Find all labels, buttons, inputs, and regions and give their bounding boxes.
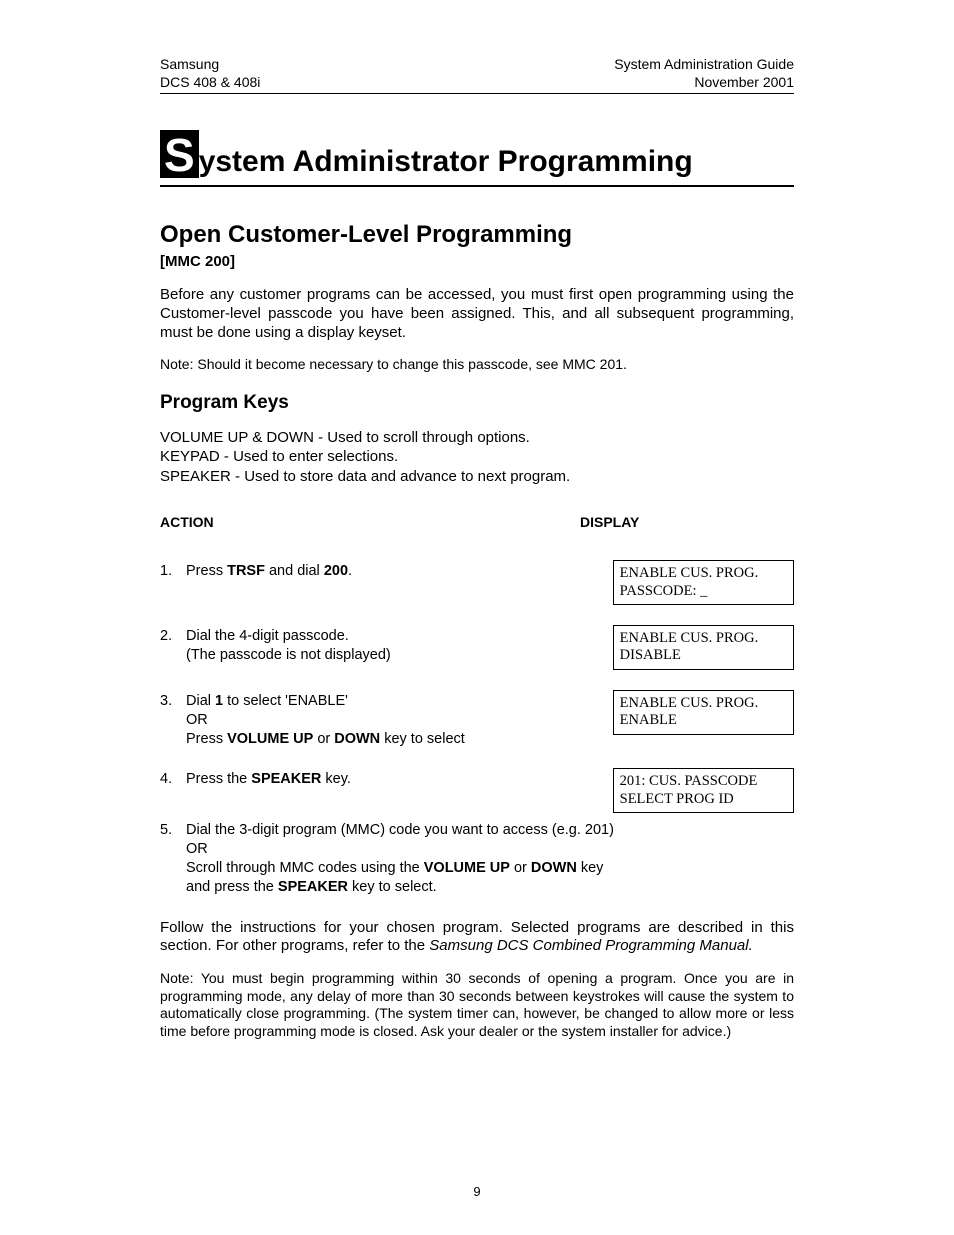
step-row: 2.Dial the 4-digit passcode.(The passcod…: [160, 627, 794, 670]
step-action: 5.Dial the 3-digit program (MMC) code yo…: [160, 821, 635, 896]
subsection-heading: Program Keys: [160, 392, 794, 414]
col-action: ACTION: [160, 514, 580, 530]
step-number: 3.: [160, 692, 186, 749]
display-box: ENABLE CUS. PROG.DISABLE: [613, 625, 794, 670]
step-row: 4.Press the SPEAKER key.201: CUS. PASSCO…: [160, 770, 794, 813]
key-speaker: SPEAKER - Used to store data and advance…: [160, 467, 794, 487]
follow-manual-ref: Samsung DCS Combined Programming Manual.: [429, 937, 752, 954]
step-text: Dial the 3-digit program (MMC) code you …: [186, 821, 615, 896]
key-volume: VOLUME UP & DOWN - Used to scroll throug…: [160, 428, 794, 448]
table-header: ACTION DISPLAY: [160, 514, 794, 530]
step-action: 4.Press the SPEAKER key.: [160, 770, 613, 789]
intro-paragraph: Before any customer programs can be acce…: [160, 286, 794, 342]
page: Samsung DCS 408 & 408i System Administra…: [0, 0, 954, 1235]
step-text: Dial 1 to select 'ENABLE'ORPress VOLUME …: [186, 692, 593, 749]
step-number: 1.: [160, 562, 186, 581]
dropcap: S: [160, 130, 199, 178]
chapter-title-text: ystem Administrator Programming: [199, 145, 693, 178]
step-action: 1.Press TRSF and dial 200.: [160, 562, 613, 581]
page-number: 9: [0, 1184, 954, 1199]
header-left: Samsung DCS 408 & 408i: [160, 56, 260, 91]
chapter-title: System Administrator Programming: [160, 130, 794, 187]
step-row: 3.Dial 1 to select 'ENABLE'ORPress VOLUM…: [160, 692, 794, 749]
header-doc-title: System Administration Guide: [614, 56, 794, 74]
step-number: 4.: [160, 770, 186, 789]
step-text: Press the SPEAKER key.: [186, 770, 593, 789]
display-box: ENABLE CUS. PROG.ENABLE: [613, 690, 794, 735]
step-action: 3.Dial 1 to select 'ENABLE'ORPress VOLUM…: [160, 692, 613, 749]
note-timing: Note: You must begin programming within …: [160, 970, 794, 1040]
header-vendor: Samsung: [160, 56, 260, 74]
col-display: DISPLAY: [580, 514, 639, 530]
step-text: Dial the 4-digit passcode.(The passcode …: [186, 627, 593, 665]
step-number: 5.: [160, 821, 186, 896]
header-right: System Administration Guide November 200…: [614, 56, 794, 91]
note-passcode: Note: Should it become necessary to chan…: [160, 356, 794, 374]
step-text: Press TRSF and dial 200.: [186, 562, 593, 581]
step-row: 5.Dial the 3-digit program (MMC) code yo…: [160, 821, 794, 896]
program-keys-list: VOLUME UP & DOWN - Used to scroll throug…: [160, 428, 794, 487]
key-keypad: KEYPAD - Used to enter selections.: [160, 447, 794, 467]
steps-table: 1.Press TRSF and dial 200.ENABLE CUS. PR…: [160, 562, 794, 896]
display-box: 201: CUS. PASSCODESELECT PROG ID: [613, 768, 794, 813]
section-heading: Open Customer-Level Programming: [160, 221, 794, 249]
page-header: Samsung DCS 408 & 408i System Administra…: [160, 56, 794, 94]
step-action: 2.Dial the 4-digit passcode.(The passcod…: [160, 627, 613, 665]
header-date: November 2001: [614, 74, 794, 92]
mmc-code: [MMC 200]: [160, 253, 794, 270]
display-box: ENABLE CUS. PROG.PASSCODE: _: [613, 560, 794, 605]
step-row: 1.Press TRSF and dial 200.ENABLE CUS. PR…: [160, 562, 794, 605]
step-number: 2.: [160, 627, 186, 665]
follow-paragraph: Follow the instructions for your chosen …: [160, 919, 794, 957]
header-model: DCS 408 & 408i: [160, 74, 260, 92]
